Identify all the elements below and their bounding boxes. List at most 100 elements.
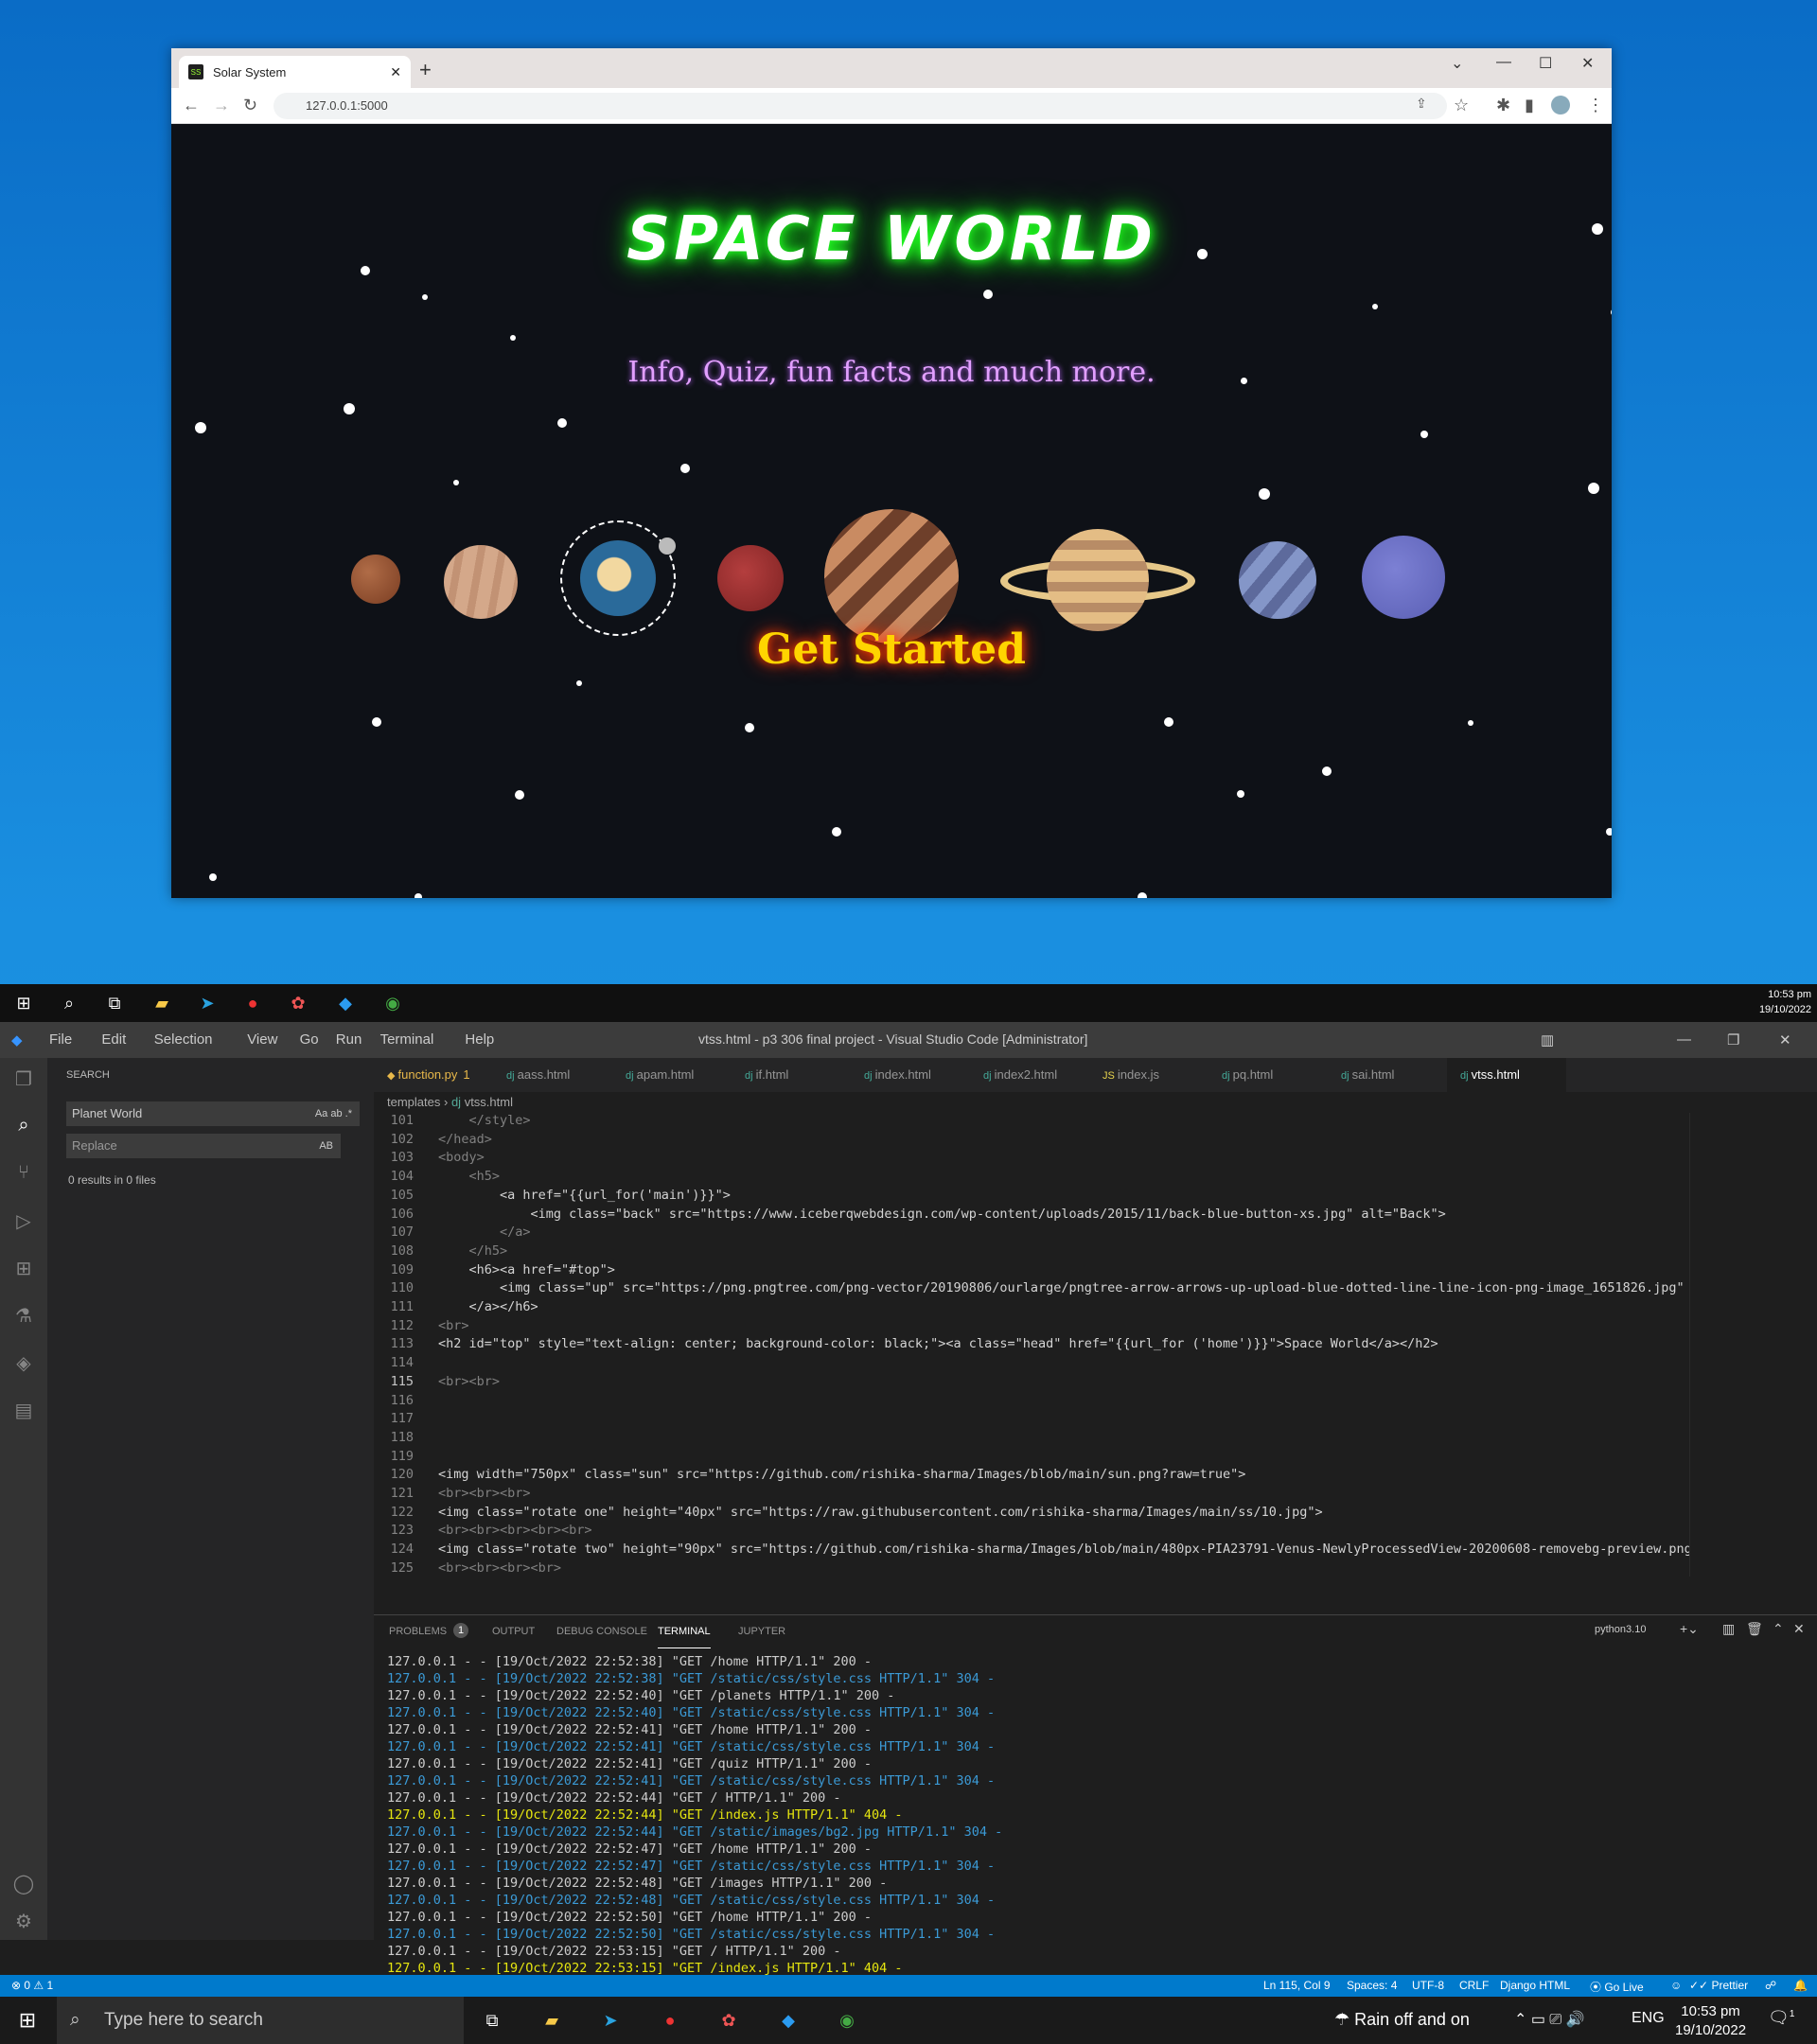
close-window-button[interactable]: ✕ <box>1581 54 1594 73</box>
back-icon[interactable]: ← <box>183 96 200 115</box>
panel-tab-terminal[interactable]: TERMINAL <box>658 1615 711 1648</box>
profile-avatar[interactable] <box>1551 96 1570 115</box>
python-icon[interactable]: ◈ <box>11 1351 36 1376</box>
match-case-toggle[interactable]: Aa <box>315 1108 327 1119</box>
menu-run[interactable]: Run <box>336 1031 362 1048</box>
run-debug-icon[interactable]: ▷ <box>11 1209 36 1234</box>
close-panel-icon[interactable]: ✕ <box>1793 1621 1805 1637</box>
editor-tab[interactable]: dj index.html <box>851 1058 970 1092</box>
tray-icons[interactable]: ⌃ ▭ ⎚ 🔊 <box>1514 2010 1585 2029</box>
indentation[interactable]: Spaces: 4 <box>1347 1979 1397 1992</box>
telegram-icon[interactable]: ➤ <box>193 989 221 1017</box>
start-icon[interactable]: ⊞ <box>13 2006 42 2035</box>
testing-icon[interactable]: ⚗ <box>11 1304 36 1329</box>
task-view-icon[interactable]: ⧉ <box>478 2006 506 2035</box>
editor-tab[interactable]: dj vtss.html <box>1447 1058 1566 1092</box>
notifications-icon[interactable]: 🔔 <box>1793 1979 1808 1992</box>
language-indicator[interactable]: ENG <box>1632 2010 1665 2027</box>
search-input[interactable]: Planet World Aa ab .* <box>66 1101 360 1126</box>
search-icon[interactable]: ⌕ <box>11 1115 36 1139</box>
tab-search-icon[interactable]: ⌄ <box>1451 54 1463 73</box>
extensions-icon[interactable]: ✱ <box>1496 96 1510 115</box>
terminal-selector[interactable]: python3.10 <box>1595 1624 1646 1635</box>
editor-tab[interactable]: dj aass.html <box>493 1058 612 1092</box>
clock[interactable]: 10:53 pm 19/10/2022 <box>1675 2002 1746 2040</box>
source-control-icon[interactable]: ⑂ <box>11 1162 36 1187</box>
split-terminal-icon[interactable]: ▥ <box>1722 1621 1735 1637</box>
explorer-icon[interactable]: ❐ <box>11 1067 36 1092</box>
layout-icon[interactable]: ▥ <box>1541 1031 1554 1048</box>
editor-tab[interactable]: JS index.js <box>1089 1058 1208 1092</box>
panel-tab-problems[interactable]: PROBLEMS <box>389 1615 447 1648</box>
app-icon[interactable]: ✿ <box>284 989 312 1017</box>
maximize-panel-icon[interactable]: ⌃ <box>1773 1621 1784 1637</box>
menu-terminal[interactable]: Terminal <box>380 1031 434 1048</box>
start-icon[interactable]: ⊞ <box>9 989 38 1017</box>
editor-tab[interactable]: dj if.html <box>732 1058 851 1092</box>
cursor-position[interactable]: Ln 115, Col 9 <box>1263 1979 1331 1992</box>
address-bar[interactable]: 127.0.0.1:5000 <box>273 93 1447 119</box>
sidepanel-icon[interactable]: ▮ <box>1525 96 1534 115</box>
panel-tab-jupyter[interactable]: JUPYTER <box>738 1615 785 1648</box>
vscode-icon[interactable]: ◆ <box>774 2006 803 2035</box>
editor-tab[interactable]: dj sai.html <box>1328 1058 1447 1092</box>
minimize-button[interactable]: — <box>1496 54 1511 71</box>
copilot-icon[interactable]: ☺ <box>1670 1979 1682 1992</box>
new-terminal-icon[interactable]: +⌄ <box>1680 1621 1699 1637</box>
feedback-icon[interactable]: ☍ <box>1765 1979 1776 1992</box>
forward-icon[interactable]: → <box>213 96 230 115</box>
menu-view[interactable]: View <box>247 1031 277 1048</box>
menu-file[interactable]: File <box>49 1031 72 1048</box>
eol[interactable]: CRLF <box>1459 1979 1489 1992</box>
chrome-icon[interactable]: ◉ <box>379 989 407 1017</box>
panel-tab-debug-console[interactable]: DEBUG CONSOLE <box>556 1615 647 1648</box>
close-button[interactable]: ✕ <box>1779 1031 1791 1048</box>
weather[interactable]: ☂ Rain off and on <box>1334 2010 1470 2030</box>
editor-tab[interactable]: dj index2.html <box>970 1058 1089 1092</box>
terminal-output[interactable]: 127.0.0.1 - - [19/Oct/2022 22:52:38] "GE… <box>387 1653 1807 1993</box>
trash-icon[interactable]: 🗑 <box>1746 1621 1763 1637</box>
terminal-icon[interactable]: ▤ <box>11 1399 36 1423</box>
menu-help[interactable]: Help <box>465 1031 494 1048</box>
minimize-button[interactable]: — <box>1677 1031 1691 1048</box>
menu-edit[interactable]: Edit <box>101 1031 126 1048</box>
language-mode[interactable]: Django HTML <box>1500 1979 1570 1992</box>
get-started-link[interactable]: Get Started <box>171 626 1612 674</box>
media-player-icon[interactable]: ● <box>238 989 267 1017</box>
match-word-toggle[interactable]: ab <box>330 1108 342 1119</box>
replace-input[interactable]: Replace AB <box>66 1134 341 1158</box>
editor-tab[interactable]: ◆ function.py 1 <box>374 1058 493 1092</box>
search-icon[interactable]: ⌕ <box>55 989 83 1017</box>
taskbar-search[interactable]: ⌕ Type here to search <box>57 1997 464 2044</box>
editor-tab[interactable]: dj pq.html <box>1208 1058 1328 1092</box>
close-tab-icon[interactable]: ✕ <box>390 64 401 80</box>
file-explorer-icon[interactable]: ▰ <box>538 2006 566 2035</box>
encoding[interactable]: UTF-8 <box>1412 1979 1444 1992</box>
settings-gear-icon[interactable]: ⚙ <box>11 1910 36 1934</box>
app-icon[interactable]: ✿ <box>714 2006 743 2035</box>
go-live[interactable]: ⦿ Go Live <box>1590 1979 1644 1995</box>
new-tab-button[interactable]: + <box>419 58 432 82</box>
code-editor[interactable]: 101 </style> 102 </head> 103 <body> 104 <h5> 1… <box>374 1113 1689 1577</box>
clock[interactable]: 10:53 pm 19/10/2022 <box>1759 987 1811 1017</box>
minimap[interactable] <box>1689 1113 1817 1577</box>
editor-tab[interactable]: dj apam.html <box>612 1058 732 1092</box>
task-view-icon[interactable]: ⧉ <box>100 989 129 1017</box>
prettier[interactable]: ✓✓ Prettier <box>1689 1979 1748 1992</box>
maximize-button[interactable]: ☐ <box>1539 54 1552 73</box>
problems-status[interactable]: ⊗ 0 ⚠ 1 <box>11 1979 53 1992</box>
extensions-icon[interactable]: ⊞ <box>11 1257 36 1281</box>
account-icon[interactable]: ◯ <box>11 1872 36 1896</box>
restore-button[interactable]: ❐ <box>1727 1031 1739 1048</box>
reload-icon[interactable]: ↻ <box>243 96 257 115</box>
preserve-case-toggle[interactable]: AB <box>319 1134 333 1158</box>
share-icon[interactable]: ⇪ <box>1416 96 1427 112</box>
browser-tab[interactable]: SS Solar System ✕ <box>179 56 411 88</box>
media-player-icon[interactable]: ● <box>656 2006 684 2035</box>
regex-toggle[interactable]: .* <box>345 1108 352 1119</box>
menu-go[interactable]: Go <box>300 1031 319 1048</box>
menu-selection[interactable]: Selection <box>154 1031 213 1048</box>
menu-icon[interactable]: ⋮ <box>1587 96 1604 115</box>
panel-tab-output[interactable]: OUTPUT <box>492 1615 535 1648</box>
bookmark-star-icon[interactable]: ☆ <box>1454 96 1469 115</box>
